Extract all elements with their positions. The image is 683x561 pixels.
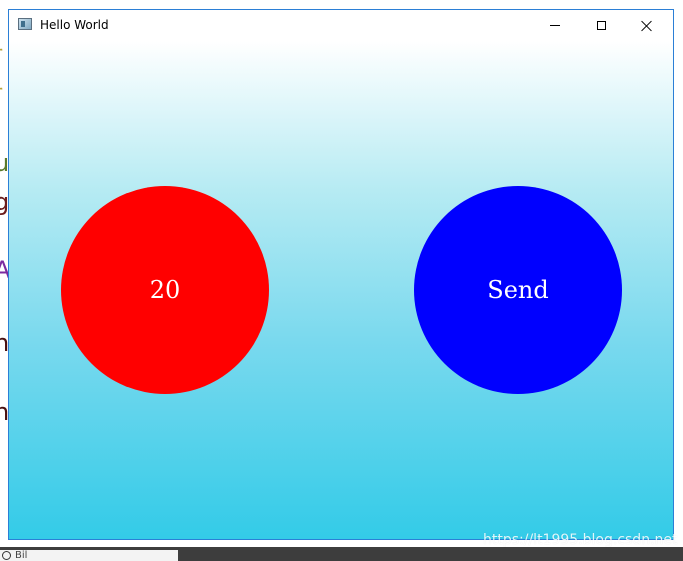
- counter-label: 20: [149, 276, 181, 304]
- background-text-fragment: r: [0, 80, 2, 104]
- close-button[interactable]: [624, 10, 670, 41]
- maximize-button[interactable]: [578, 10, 624, 41]
- taskbar-search[interactable]: Bil: [0, 550, 178, 561]
- app-icon: [18, 18, 32, 30]
- minimize-icon: [550, 25, 560, 26]
- counter-circle-button[interactable]: 20: [61, 186, 269, 394]
- watermark-text: https://lt1995.blog.csdn.net: [483, 532, 678, 548]
- close-icon: [641, 20, 653, 32]
- minimize-button[interactable]: [532, 10, 578, 41]
- maximize-icon: [596, 21, 606, 30]
- background-text-fragment: r: [0, 41, 2, 65]
- send-circle-button[interactable]: Send: [414, 186, 622, 394]
- app-window: Hello World 20 Send: [8, 9, 674, 540]
- taskbar-search-text: Bil: [15, 550, 28, 561]
- window-client-area: 20 Send: [9, 41, 673, 539]
- window-title: Hello World: [40, 18, 109, 32]
- title-bar[interactable]: Hello World: [9, 10, 673, 41]
- send-label: Send: [487, 276, 549, 304]
- search-icon: [2, 551, 11, 560]
